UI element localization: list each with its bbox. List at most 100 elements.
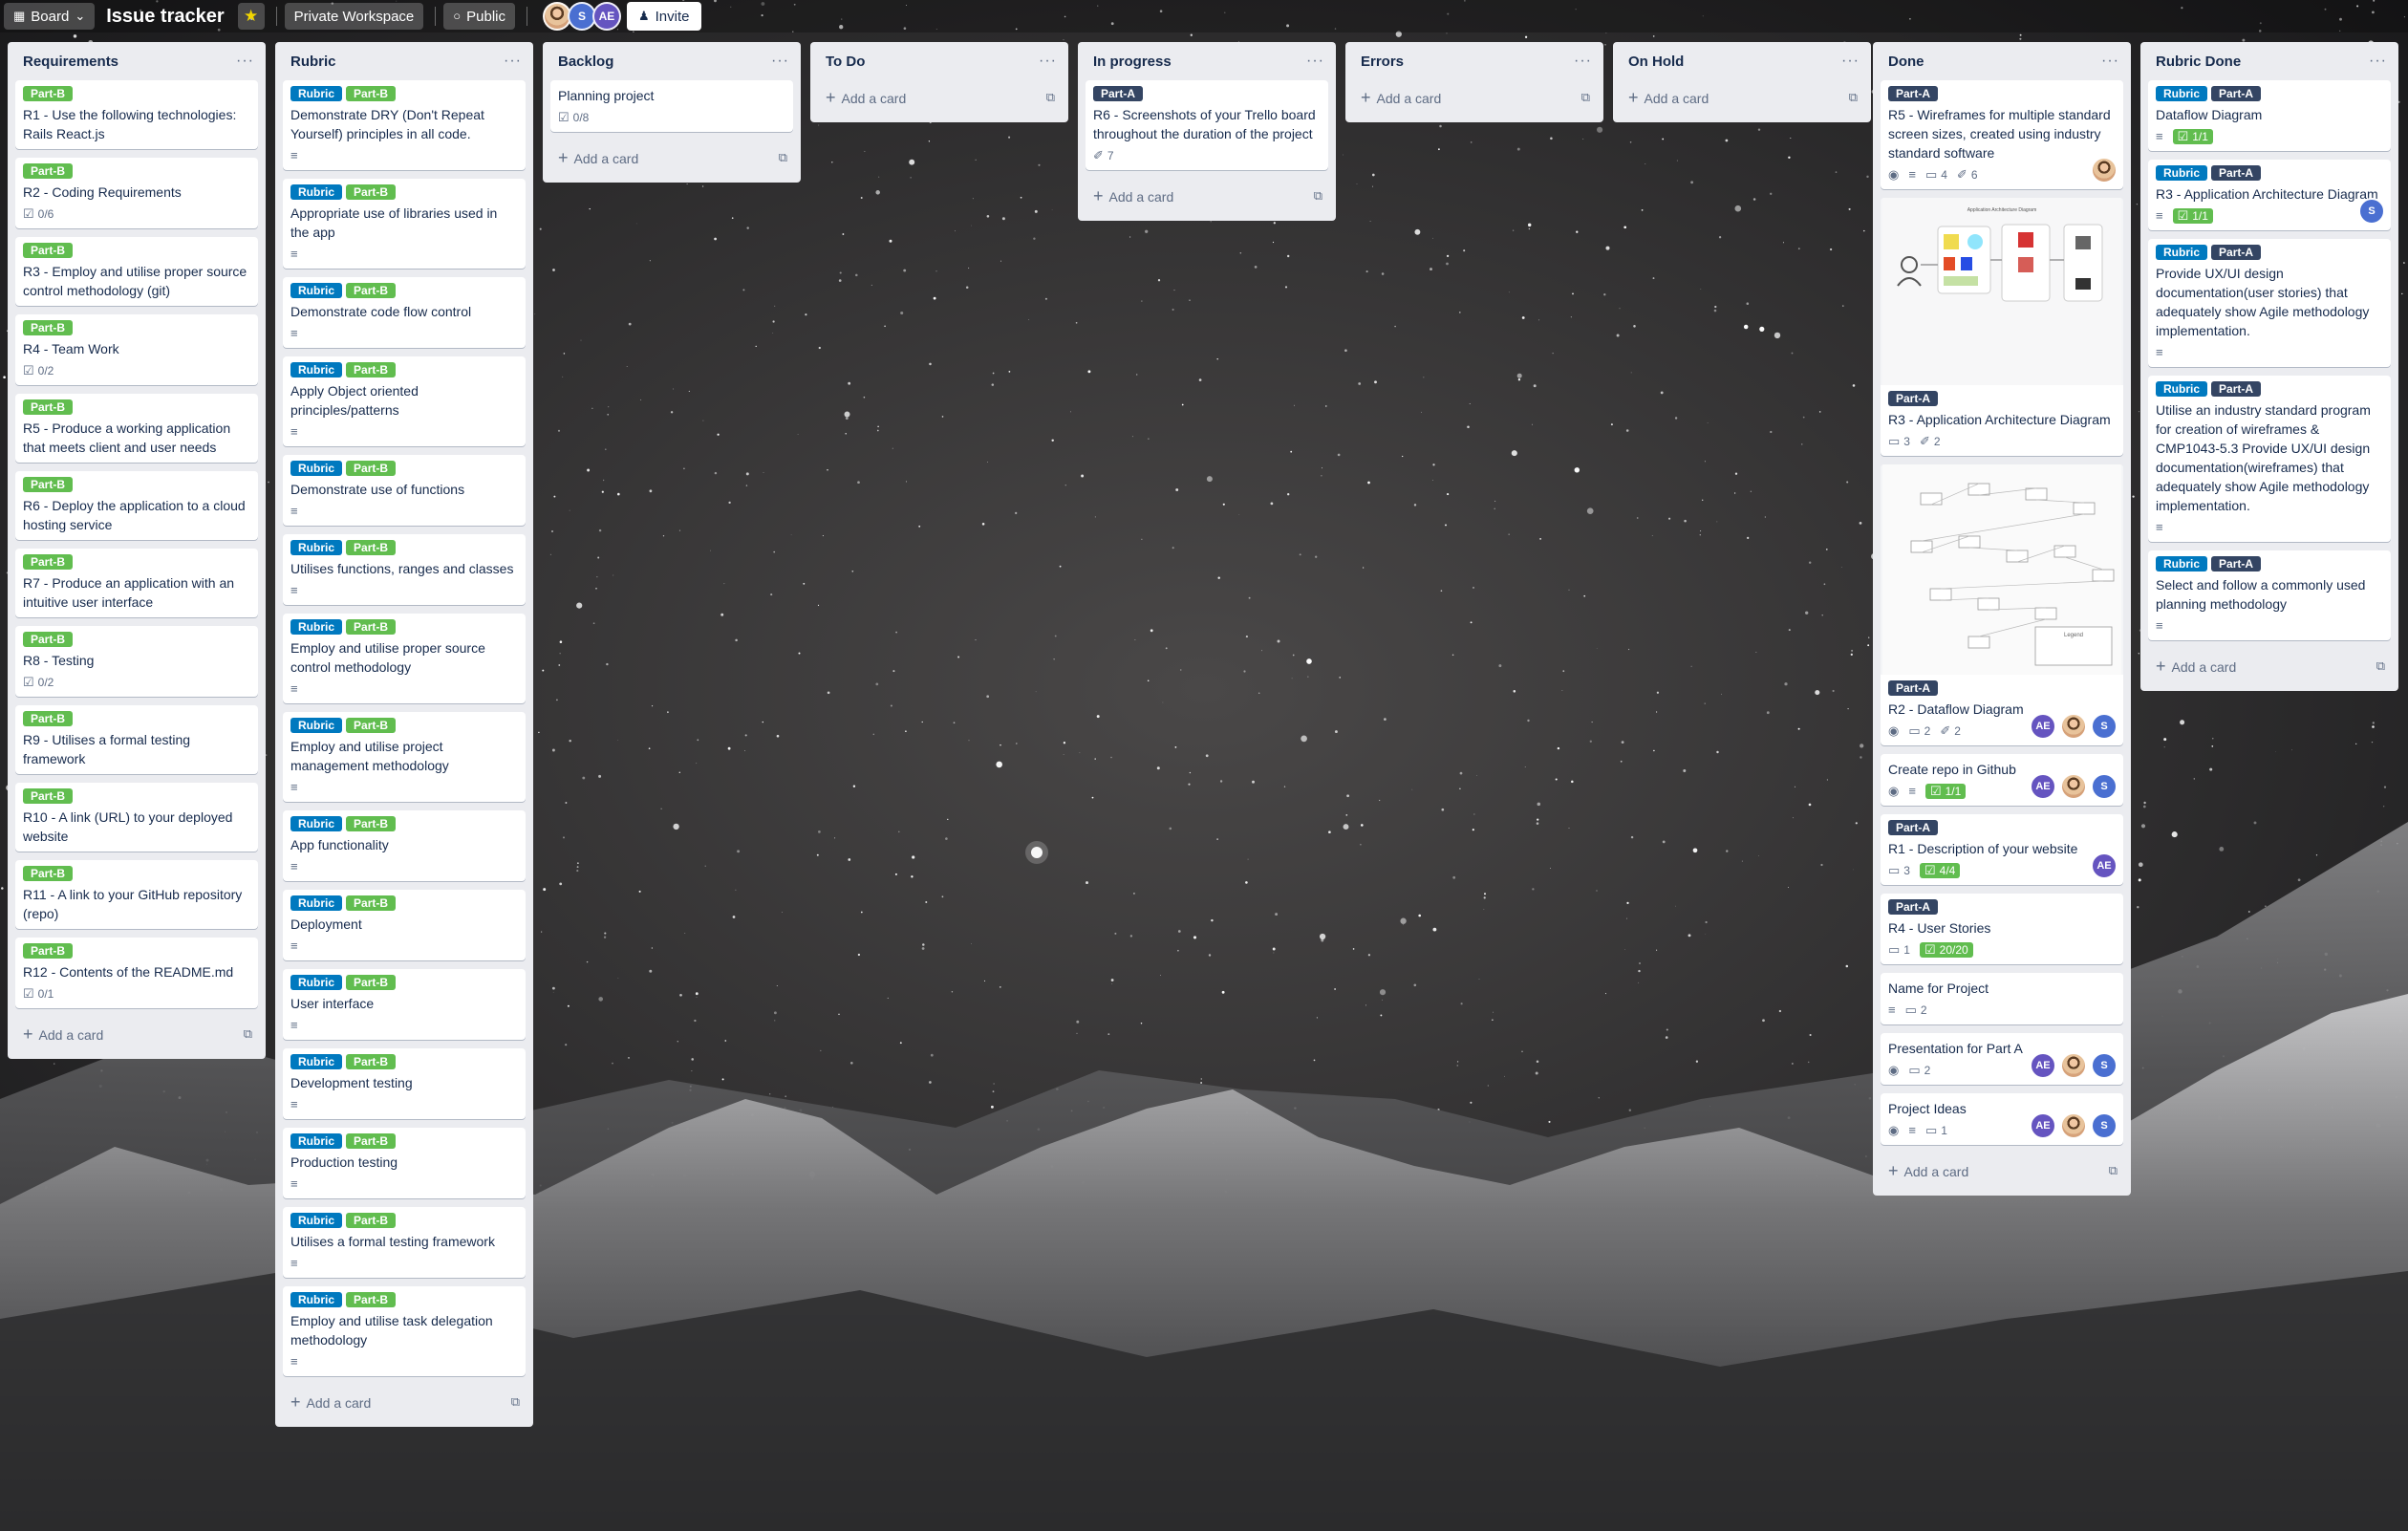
card[interactable]: Rubric Part-A R3 - Application Architectur…: [2148, 160, 2391, 230]
card-label-rubric[interactable]: Rubric: [290, 283, 343, 298]
card-label-partb[interactable]: Part-B: [23, 788, 74, 804]
card-label-partb[interactable]: Part-B: [346, 1054, 397, 1069]
card[interactable]: Rubric Part-B User interface ≡: [283, 969, 526, 1040]
member-avatar-photo[interactable]: [2060, 1112, 2087, 1139]
card[interactable]: Rubric Part-B Employ and utilise task dele…: [283, 1286, 526, 1376]
card-label-parta[interactable]: Part-A: [1888, 680, 1939, 696]
member-avatar-ae[interactable]: AE: [2030, 1052, 2056, 1079]
member-avatar-photo[interactable]: [2091, 157, 2118, 183]
card-label-partb[interactable]: Part-B: [346, 461, 397, 476]
card-label-partb[interactable]: Part-B: [23, 86, 74, 101]
card-template-icon[interactable]: ⧉: [511, 1395, 520, 1409]
card-label-partb[interactable]: Part-B: [346, 816, 397, 831]
card-label-parta[interactable]: Part-A: [2211, 556, 2262, 571]
ellipsis-icon[interactable]: ···: [1306, 53, 1324, 70]
card-label-partb[interactable]: Part-B: [23, 320, 74, 335]
card[interactable]: Rubric Part-B App functionality ≡: [283, 810, 526, 881]
card[interactable]: Rubric Part-A Dataflow Diagram ≡ ☑ 1/1: [2148, 80, 2391, 151]
card[interactable]: Project Ideas ◉ ≡ ▭ 1 AE S: [1881, 1093, 2123, 1145]
card-label-rubric[interactable]: Rubric: [290, 816, 343, 831]
card[interactable]: Name for Project ≡ ▭ 2: [1881, 973, 2123, 1024]
card-label-rubric[interactable]: Rubric: [2156, 165, 2208, 181]
card-template-icon[interactable]: ⧉: [1849, 91, 1858, 104]
ellipsis-icon[interactable]: ···: [504, 53, 522, 70]
card-label-parta[interactable]: Part-A: [1093, 86, 1144, 101]
card-label-rubric[interactable]: Rubric: [290, 718, 343, 733]
card-label-parta[interactable]: Part-A: [2211, 245, 2262, 260]
card-label-partb[interactable]: Part-B: [23, 163, 74, 179]
card[interactable]: Part-B R1 - Use the following technologie…: [15, 80, 258, 149]
card-label-rubric[interactable]: Rubric: [290, 1133, 343, 1149]
card-label-partb[interactable]: Part-B: [346, 718, 397, 733]
list-header[interactable]: In progress ···: [1086, 42, 1328, 80]
card[interactable]: Rubric Part-B Demonstrate DRY (Don't Repea…: [283, 80, 526, 170]
list-title[interactable]: On Hold: [1628, 54, 1684, 70]
card-label-partb[interactable]: Part-B: [346, 975, 397, 990]
card[interactable]: Part-B R11 - A link to your GitHub reposi…: [15, 860, 258, 929]
card[interactable]: Part-B R8 - Testing ☑ 0/2: [15, 626, 258, 697]
card[interactable]: Part-B R6 - Deploy the application to a c…: [15, 471, 258, 540]
add-card-button[interactable]: + Add a card ⧉: [1881, 1154, 2123, 1188]
card-template-icon[interactable]: ⧉: [2376, 659, 2385, 673]
card-label-rubric[interactable]: Rubric: [290, 86, 343, 101]
ellipsis-icon[interactable]: ···: [771, 53, 789, 70]
card-label-partb[interactable]: Part-B: [346, 619, 397, 635]
card[interactable]: Part-A R1 - Description of your website ▭ 3…: [1881, 814, 2123, 885]
card-label-rubric[interactable]: Rubric: [290, 1292, 343, 1307]
card-label-rubric[interactable]: Rubric: [290, 975, 343, 990]
card-label-partb[interactable]: Part-B: [23, 477, 74, 492]
card-label-partb[interactable]: Part-B: [346, 1213, 397, 1228]
card[interactable]: Rubric Part-A Utilise an industry standard…: [2148, 376, 2391, 542]
list-title[interactable]: To Do: [826, 54, 865, 70]
card-label-rubric[interactable]: Rubric: [290, 1213, 343, 1228]
list-header[interactable]: Rubric ···: [283, 42, 526, 80]
card-cover-image[interactable]: Application Architecture Diagram: [1881, 198, 2123, 385]
card-label-partb[interactable]: Part-B: [23, 943, 74, 959]
card[interactable]: Rubric Part-B Apply Object oriented princi…: [283, 356, 526, 446]
add-card-button[interactable]: + Add a card ⧉: [2148, 649, 2391, 683]
card[interactable]: Presentation for Part A ◉ ▭ 2 AE S: [1881, 1033, 2123, 1085]
ellipsis-icon[interactable]: ···: [2369, 53, 2387, 70]
member-avatar-s[interactable]: S: [2091, 1052, 2118, 1079]
card-cover-image[interactable]: Legend: [1881, 464, 2123, 675]
add-card-button[interactable]: + Add a card ⧉: [1353, 80, 1596, 115]
card-label-partb[interactable]: Part-B: [23, 632, 74, 647]
card-label-partb[interactable]: Part-B: [346, 540, 397, 555]
card[interactable]: Application Architecture Diagram Part-A R3…: [1881, 198, 2123, 456]
card[interactable]: Part-B R10 - A link (URL) to your deploye…: [15, 783, 258, 852]
add-card-button[interactable]: + Add a card ⧉: [15, 1017, 258, 1051]
card-label-partb[interactable]: Part-B: [346, 1133, 397, 1149]
list-title[interactable]: Done: [1888, 54, 1924, 70]
card-label-parta[interactable]: Part-A: [1888, 86, 1939, 101]
board-title[interactable]: Issue tracker: [106, 6, 224, 28]
card-label-partb[interactable]: Part-B: [346, 362, 397, 377]
card-label-rubric[interactable]: Rubric: [2156, 245, 2208, 260]
card-label-parta[interactable]: Part-A: [2211, 86, 2262, 101]
member-avatar-ae[interactable]: AE: [2030, 1112, 2056, 1139]
card-label-parta[interactable]: Part-A: [1888, 391, 1939, 406]
add-card-button[interactable]: + Add a card ⧉: [550, 140, 793, 175]
card-label-rubric[interactable]: Rubric: [290, 895, 343, 911]
card-label-rubric[interactable]: Rubric: [2156, 556, 2208, 571]
add-card-button[interactable]: + Add a card ⧉: [1086, 179, 1328, 213]
list-title[interactable]: In progress: [1093, 54, 1172, 70]
member-avatar-s[interactable]: S: [2091, 773, 2118, 800]
member-avatar-photo[interactable]: [2060, 1052, 2087, 1079]
card-label-partb[interactable]: Part-B: [346, 895, 397, 911]
add-card-button[interactable]: + Add a card ⧉: [283, 1385, 526, 1419]
card-label-partb[interactable]: Part-B: [23, 711, 74, 726]
card[interactable]: Rubric Part-B Development testing ≡: [283, 1048, 526, 1119]
card[interactable]: Create repo in Github ◉ ≡ ☑ 1/1 AE S: [1881, 754, 2123, 806]
list-title[interactable]: Rubric Done: [2156, 54, 2241, 70]
card-label-partb[interactable]: Part-B: [346, 1292, 397, 1307]
invite-button[interactable]: ♟ Invite: [626, 2, 701, 31]
card[interactable]: Part-B R7 - Produce an application with a…: [15, 549, 258, 617]
list-header[interactable]: On Hold ···: [1621, 42, 1863, 80]
card[interactable]: Rubric Part-B Employ and utilise project m…: [283, 712, 526, 802]
workspace-button[interactable]: Private Workspace: [284, 3, 424, 30]
card-template-icon[interactable]: ⧉: [244, 1027, 252, 1041]
board-view-switcher[interactable]: ▦ Board ⌄: [4, 3, 96, 30]
card[interactable]: Part-B R3 - Employ and utilise proper sou…: [15, 237, 258, 306]
member-avatar-s[interactable]: S: [2091, 1112, 2118, 1139]
card[interactable]: Part-B R9 - Utilises a formal testing fra…: [15, 705, 258, 774]
